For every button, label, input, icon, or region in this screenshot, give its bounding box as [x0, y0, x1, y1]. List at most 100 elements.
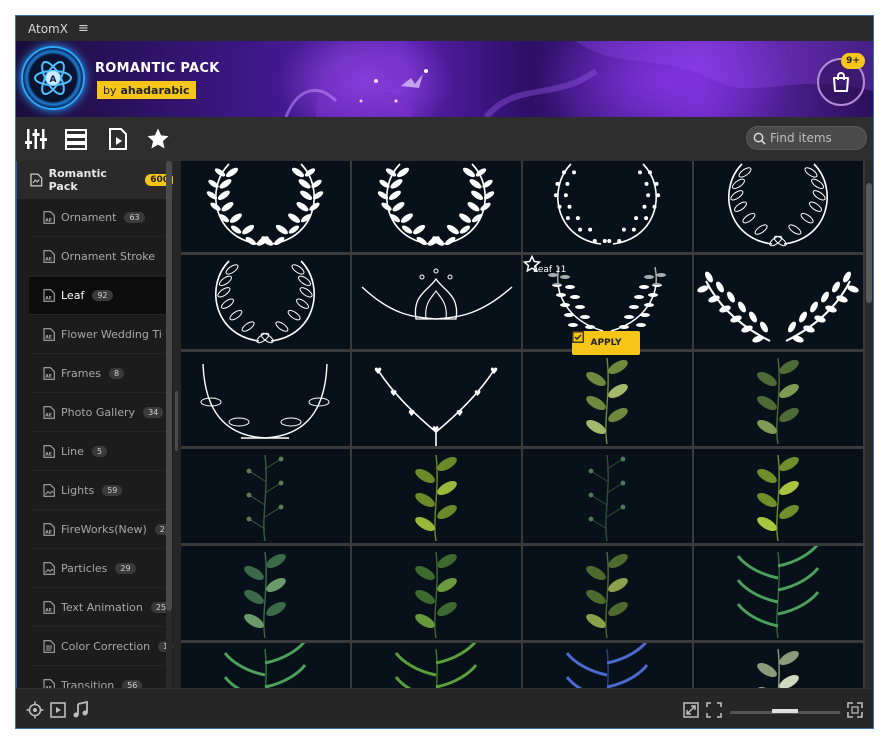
tile-preview: [586, 357, 628, 445]
search-icon: [753, 132, 766, 145]
ae-file-icon: AE: [43, 211, 55, 224]
sidebar-item[interactable]: AE Line 5: [29, 433, 169, 471]
splitter-grip[interactable]: [175, 391, 178, 451]
checkbox-icon: [572, 331, 584, 343]
sidebar-item[interactable]: AE Transition 56: [29, 667, 169, 688]
sidebar-item[interactable]: Particles 29: [29, 550, 169, 588]
title-bar: AtomX ≡: [16, 16, 873, 41]
video-file-icon[interactable]: [106, 127, 130, 151]
ae-file-icon: AE: [43, 523, 55, 536]
grid-tile[interactable]: [694, 255, 863, 349]
sidebar-scrollbar[interactable]: [166, 161, 172, 688]
tile-preview: [361, 268, 513, 320]
grid-tile[interactable]: [352, 546, 521, 640]
sidebar-item-count: 92: [92, 290, 113, 301]
svg-text:AE: AE: [45, 374, 52, 380]
video-icon[interactable]: [49, 701, 67, 719]
grid-tile[interactable]: [523, 546, 692, 640]
hamburger-menu-icon[interactable]: ≡: [78, 21, 89, 36]
sidebar-item-label: Text Animation: [61, 601, 143, 614]
tile-preview: [757, 648, 799, 688]
sidebar-item[interactable]: AE Ornament Stroke: [29, 238, 169, 276]
grid-tile[interactable]: [181, 255, 350, 349]
search-box[interactable]: [746, 126, 867, 150]
grid-tile[interactable]: [181, 352, 350, 446]
sidebar-item-count: 29: [115, 563, 136, 574]
sidebar-item-count: 8: [109, 368, 125, 379]
app-window: AtomX ≡ A ROMANTIC PACK by ahadarabic 9+…: [15, 15, 874, 729]
status-bar: [16, 688, 873, 728]
sidebar-item[interactable]: Color Correction1: [29, 628, 173, 666]
tile-preview: [553, 163, 661, 245]
grid-tile[interactable]: [694, 161, 863, 252]
author-badge[interactable]: by ahadarabic: [97, 81, 196, 99]
scroll-thumb[interactable]: [166, 161, 172, 611]
sliders-icon[interactable]: [24, 127, 48, 151]
grid-tile[interactable]: [181, 643, 350, 688]
category-header[interactable]: Romantic Pack 600: [17, 161, 173, 199]
grid-tile[interactable]: [352, 161, 521, 252]
search-input[interactable]: [770, 131, 864, 145]
tile-preview: [586, 551, 628, 639]
fit-icon[interactable]: [705, 701, 723, 719]
list-icon[interactable]: [64, 127, 88, 151]
grid-tile[interactable]: [523, 449, 692, 543]
shrink-icon[interactable]: [682, 701, 700, 719]
grid-tile[interactable]: [523, 161, 692, 252]
grid-tile[interactable]: [352, 449, 521, 543]
sidebar-item[interactable]: AE Text Animation 25: [29, 589, 172, 627]
apply-button[interactable]: APPLY: [572, 331, 640, 355]
grid-tile[interactable]: [352, 643, 521, 688]
grid-tile[interactable]: ♥ ♥ ♥ ♥ ♥ ♥ ♥: [352, 352, 521, 446]
svg-text:AE: AE: [45, 218, 52, 224]
sidebar-item-count: 63: [124, 212, 145, 223]
grid-tile[interactable]: [523, 352, 692, 446]
sidebar-item[interactable]: AE Leaf 92: [29, 277, 169, 315]
star-icon[interactable]: [146, 127, 170, 151]
tile-preview: [757, 454, 799, 542]
grid-tile[interactable]: [694, 643, 863, 688]
banner-art: [284, 41, 873, 117]
svg-text:AE: AE: [45, 413, 52, 419]
sidebar-item-label: Leaf: [61, 289, 85, 302]
sidebar-item[interactable]: AE Ornament 63: [29, 199, 169, 237]
scroll-thumb[interactable]: [866, 183, 872, 303]
tile-preview: [588, 454, 626, 542]
sidebar-item[interactable]: Lights 59: [29, 472, 169, 510]
zoom-slider-thumb[interactable]: [772, 709, 798, 713]
grid-tile[interactable]: Leaf 11 APPLY: [523, 255, 692, 355]
grid-tile[interactable]: [694, 449, 863, 543]
grid-tile[interactable]: [181, 546, 350, 640]
expand-icon[interactable]: [846, 701, 864, 719]
sidebar-item[interactable]: AE FireWorks(New) 2: [29, 511, 170, 549]
sidebar-item[interactable]: AE Flower Wedding Ti: [29, 316, 169, 354]
sidebar-item[interactable]: AE Frames 8: [29, 355, 169, 393]
sidebar-item-label: Line: [61, 445, 84, 458]
sidebar-item-count: 5: [91, 446, 108, 457]
sidebar-item-count: 34: [143, 407, 164, 418]
svg-text:♥: ♥: [408, 409, 415, 418]
settings-target-icon[interactable]: [26, 701, 44, 719]
grid-scrollbar[interactable]: [865, 161, 873, 688]
grid-tile[interactable]: [352, 255, 521, 349]
music-icon[interactable]: [72, 701, 90, 719]
grid-tile[interactable]: [694, 546, 863, 640]
tile-preview: ♥ ♥ ♥ ♥ ♥ ♥ ♥: [374, 367, 498, 446]
tile-preview: [200, 363, 330, 439]
zoom-slider[interactable]: [730, 709, 840, 714]
ae-file-icon: AE: [43, 679, 55, 688]
grid-tile[interactable]: [181, 161, 350, 252]
tile-preview: [757, 357, 799, 445]
grid-tile[interactable]: [181, 449, 350, 543]
tile-preview: [215, 260, 315, 344]
grid-tile[interactable]: [523, 643, 692, 688]
tile-preview: [728, 163, 828, 247]
app-title: AtomX: [28, 21, 68, 36]
panel-splitter[interactable]: [173, 161, 181, 688]
favorite-star-icon[interactable]: [523, 255, 541, 273]
sidebar-item[interactable]: AE Photo Gallery 34: [29, 394, 169, 432]
svg-text:AE: AE: [45, 296, 52, 302]
grid-tile[interactable]: [694, 352, 863, 446]
sidebar-item-label: Lights: [61, 484, 95, 497]
ae-file-icon: AE: [43, 328, 55, 341]
